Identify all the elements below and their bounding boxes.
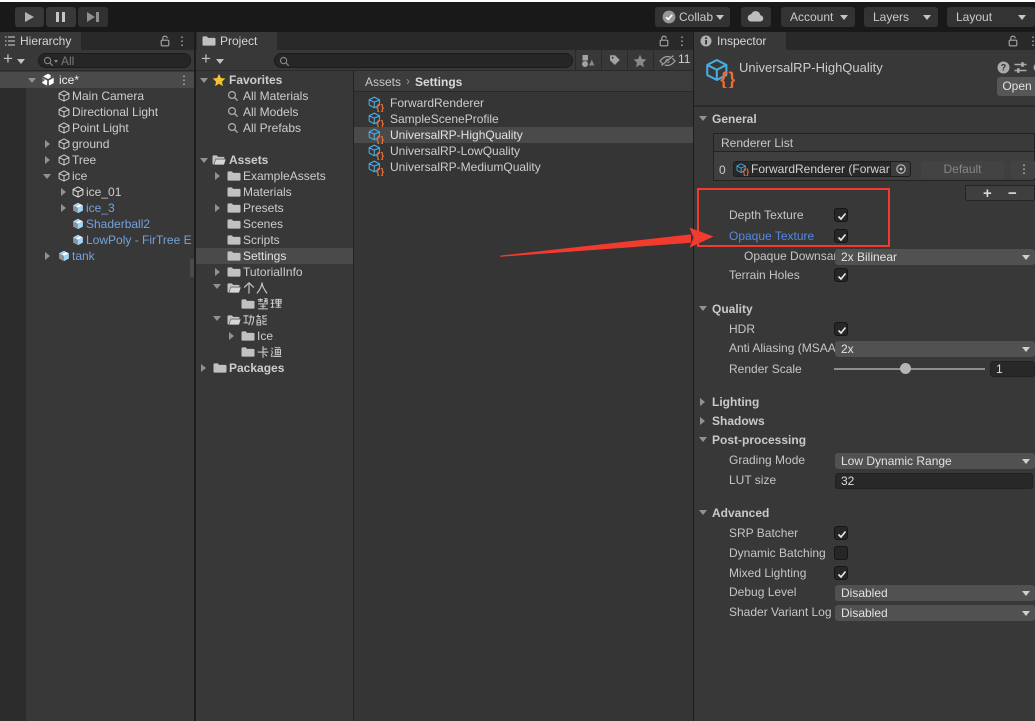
svg-text:?: ? — [1001, 63, 1007, 73]
